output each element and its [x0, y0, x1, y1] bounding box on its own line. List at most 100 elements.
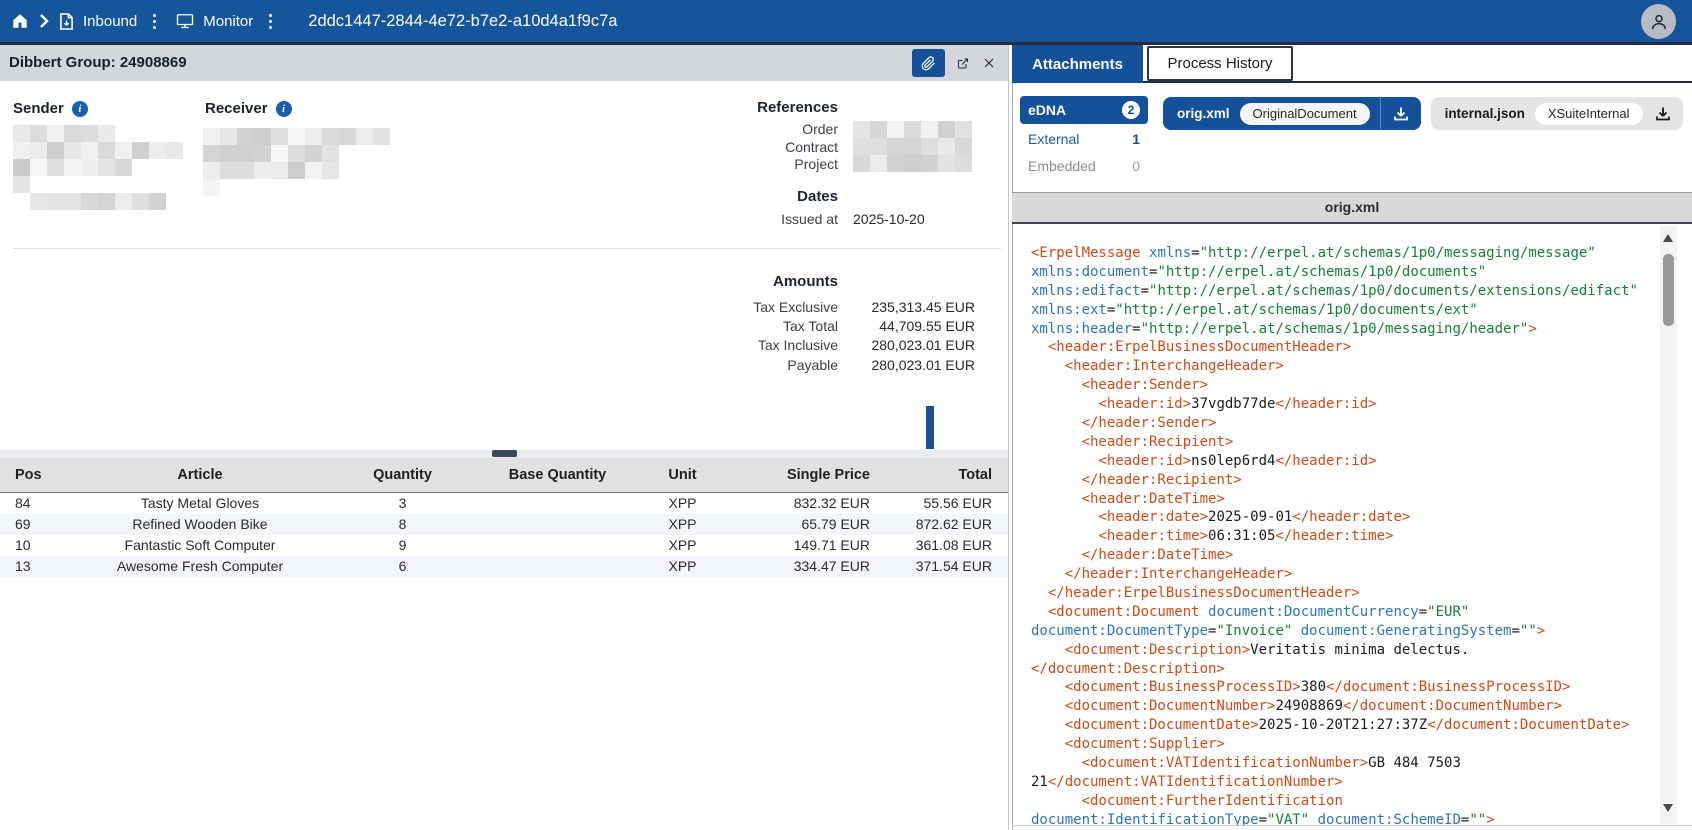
table-cell: 9 [330, 535, 475, 556]
xml-code-line: <header:ErpelBusinessDocumentHeader> [1031, 338, 1692, 357]
top-navbar: Inbound Monitor 2ddc1447-2844-4e72-b7e2-… [0, 0, 1692, 45]
xml-code-line: document:DocumentType="Invoice" document… [1031, 622, 1692, 641]
breadcrumb-inbound[interactable]: Inbound [83, 13, 137, 30]
attachment-file-list: orig.xmlOriginalDocument internal.json XS… [1163, 97, 1683, 130]
table-cell: 371.54 EUR [878, 556, 1000, 577]
xml-code-line: <document:DocumentDate>2025-10-20T21:27:… [1031, 716, 1692, 735]
close-icon[interactable] [977, 51, 1001, 75]
references-labels: OrderContractProject [640, 121, 838, 174]
source-item-external[interactable]: External1 [1020, 127, 1148, 151]
more-options-icon[interactable] [269, 20, 272, 23]
receiver-redacted-content [203, 128, 390, 196]
sender-redacted-content [13, 125, 183, 210]
scroll-up-icon[interactable] [1663, 234, 1673, 242]
amount-label: Tax Inclusive [560, 336, 838, 355]
tab-process-history[interactable]: Process History [1147, 46, 1293, 81]
table-cell: 65.79 EUR [725, 514, 878, 535]
user-avatar[interactable] [1641, 4, 1676, 39]
breadcrumb: Inbound Monitor 2ddc1447-2844-4e72-b7e2-… [0, 12, 617, 31]
file-chip-orig.xml[interactable]: orig.xmlOriginalDocument [1163, 97, 1421, 130]
column-header: Base Quantity [475, 458, 640, 492]
open-external-icon[interactable] [951, 51, 975, 75]
file-type-badge: OriginalDocument [1240, 103, 1370, 125]
xml-code-line: </header:Recipient> [1031, 471, 1692, 490]
receiver-label: Receiver i [205, 100, 292, 117]
download-icon[interactable] [1653, 104, 1673, 124]
amount-row: Tax Exclusive235,313.45 EUR [560, 298, 975, 317]
xml-code-line: <document:Description>Veritatis minima d… [1031, 641, 1692, 660]
scroll-down-icon[interactable] [1663, 804, 1673, 812]
references-heading: References [700, 99, 838, 116]
amount-value: 280,023.01 EUR [838, 336, 975, 355]
amount-value: 44,709.55 EUR [838, 317, 975, 336]
table-cell: 361.08 EUR [878, 535, 1000, 556]
document-panel: Dibbert Group: 24908869 Sender i [0, 45, 1009, 830]
xml-code-line: <header:time>06:31:05</header:time> [1031, 527, 1692, 546]
xml-code-line: <document:FurtherIdentification [1031, 792, 1692, 811]
xml-code-line: <header:Sender> [1031, 376, 1692, 395]
file-name: internal.json [1445, 106, 1525, 121]
source-count-badge: 1 [1132, 131, 1140, 147]
amount-row: Payable280,023.01 EUR [560, 356, 975, 375]
amounts-heading: Amounts [700, 273, 838, 290]
sender-label: Sender i [13, 100, 88, 117]
xml-code-line: <header:InterchangeHeader> [1031, 357, 1692, 376]
panel-splitter [0, 450, 1008, 458]
xml-code-line: <header:Recipient> [1031, 433, 1692, 452]
xml-code-line: </header:ErpelBusinessDocumentHeader> [1031, 584, 1692, 603]
source-item-embedded[interactable]: Embedded 0 [1020, 154, 1148, 178]
source-item-edna[interactable]: eDNA2 [1020, 96, 1148, 124]
file-type-badge: XSuiteInternal [1535, 103, 1643, 125]
column-header: Article [70, 458, 330, 492]
table-cell: XPP [640, 535, 725, 556]
more-options-icon[interactable] [153, 20, 156, 23]
amount-value: 280,023.01 EUR [838, 356, 975, 375]
app-window: Inbound Monitor 2ddc1447-2844-4e72-b7e2-… [0, 0, 1692, 830]
receiver-info-icon[interactable]: i [276, 101, 292, 117]
attachments-toggle-button[interactable] [912, 49, 945, 77]
table-cell [475, 514, 640, 535]
amount-row: Tax Inclusive280,023.01 EUR [560, 336, 975, 355]
table-row[interactable]: 84Tasty Metal Gloves3XPP832.32 EUR55.56 … [0, 493, 1008, 514]
xml-code-line: document:IdentificationType="VAT" docume… [1031, 811, 1692, 826]
section-divider [13, 248, 1001, 249]
reference-label: Contract [640, 139, 838, 157]
amount-value: 235,313.45 EUR [838, 298, 975, 317]
column-header: Single Price [725, 458, 878, 492]
xml-scrollbar-thumb[interactable] [1663, 254, 1674, 326]
table-row[interactable]: 10Fantastic Soft Computer9XPP149.71 EUR3… [0, 535, 1008, 556]
splitter-grip[interactable] [492, 450, 517, 457]
source-count-badge: 0 [1132, 158, 1140, 174]
xml-code-line: <header:id>ns0lep6rd4</header:id> [1031, 452, 1692, 471]
table-cell: Fantastic Soft Computer [70, 535, 330, 556]
table-row[interactable]: 13Awesome Fresh Computer6XPP334.47 EUR37… [0, 556, 1008, 577]
source-count-badge: 2 [1122, 101, 1140, 119]
table-cell: Tasty Metal Gloves [70, 493, 330, 514]
xml-code-line: <ErpelMessage xmlns="http://erpel.at/sch… [1031, 244, 1692, 263]
xml-code-line: </header:InterchangeHeader> [1031, 565, 1692, 584]
xml-code-line: </document:Description> [1031, 660, 1692, 679]
amount-row: Tax Total44,709.55 EUR [560, 317, 975, 336]
source-label: Embedded [1028, 158, 1096, 174]
reference-label: Order [640, 121, 838, 139]
home-icon[interactable] [11, 12, 29, 30]
sender-info-icon[interactable]: i [72, 101, 88, 117]
table-cell: 6 [330, 556, 475, 577]
issued-at-label: Issued at [640, 211, 838, 227]
xml-code-line: xmlns:document="http://erpel.at/schemas/… [1031, 263, 1692, 282]
table-cell: 55.56 EUR [878, 493, 1000, 514]
xml-code-line: <document:BusinessProcessID>380</documen… [1031, 678, 1692, 697]
table-row[interactable]: 69Refined Wooden Bike8XPP65.79 EUR872.62… [0, 514, 1008, 535]
tab-attachments[interactable]: Attachments [1012, 45, 1143, 83]
breadcrumb-monitor[interactable]: Monitor [203, 13, 253, 30]
monitor-icon [176, 13, 194, 30]
scrollbar-thumb[interactable] [926, 406, 934, 449]
download-icon[interactable] [1391, 104, 1411, 124]
table-cell: 69 [0, 514, 70, 535]
attachment-source-list: eDNA2 External1 Embedded 0 [1020, 96, 1148, 181]
xml-scrollbar[interactable] [1660, 226, 1677, 824]
file-chip-internal.json[interactable]: internal.json XSuiteInternal [1431, 97, 1683, 130]
amounts-list: Tax Exclusive235,313.45 EURTax Total44,7… [560, 298, 975, 375]
xml-code-line: xmlns:ext="http://erpel.at/schemas/1p0/d… [1031, 301, 1692, 320]
table-cell: 334.47 EUR [725, 556, 878, 577]
